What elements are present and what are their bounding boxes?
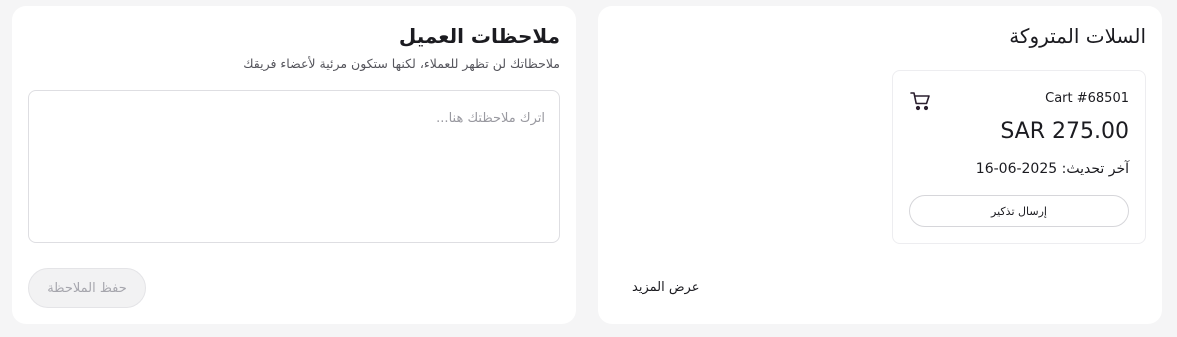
notes-textarea[interactable] [28, 90, 560, 243]
customer-notes-card: ملاحظات العميل ملاحظاتك لن تظهر للعملاء،… [12, 6, 576, 324]
customer-notes-title: ملاحظات العميل [398, 24, 560, 48]
cart-updated-date: 16-06-2025 [975, 161, 1058, 177]
customer-notes-subtitle: ملاحظاتك لن تظهر للعملاء، لكنها ستكون مر… [243, 56, 560, 71]
cart-id: Cart #68501 [1045, 91, 1129, 106]
show-more-link[interactable]: عرض المزيد [632, 280, 699, 295]
save-note-button[interactable]: حفظ الملاحظة [28, 268, 146, 308]
shopping-cart-icon [909, 89, 933, 113]
abandoned-carts-card: السلات المتروكة Cart #68501 SAR 275.00 آ… [598, 6, 1162, 324]
cart-item: Cart #68501 SAR 275.00 آخر تحديث: 16-06-… [892, 70, 1146, 244]
cart-updated-label: آخر تحديث: [1061, 161, 1129, 177]
cart-total: SAR 275.00 [1000, 119, 1129, 144]
send-reminder-button[interactable]: إرسال تذكير [909, 195, 1129, 227]
cart-last-updated: آخر تحديث: 16-06-2025 [976, 161, 1129, 177]
abandoned-carts-title: السلات المتروكة [1009, 24, 1146, 48]
